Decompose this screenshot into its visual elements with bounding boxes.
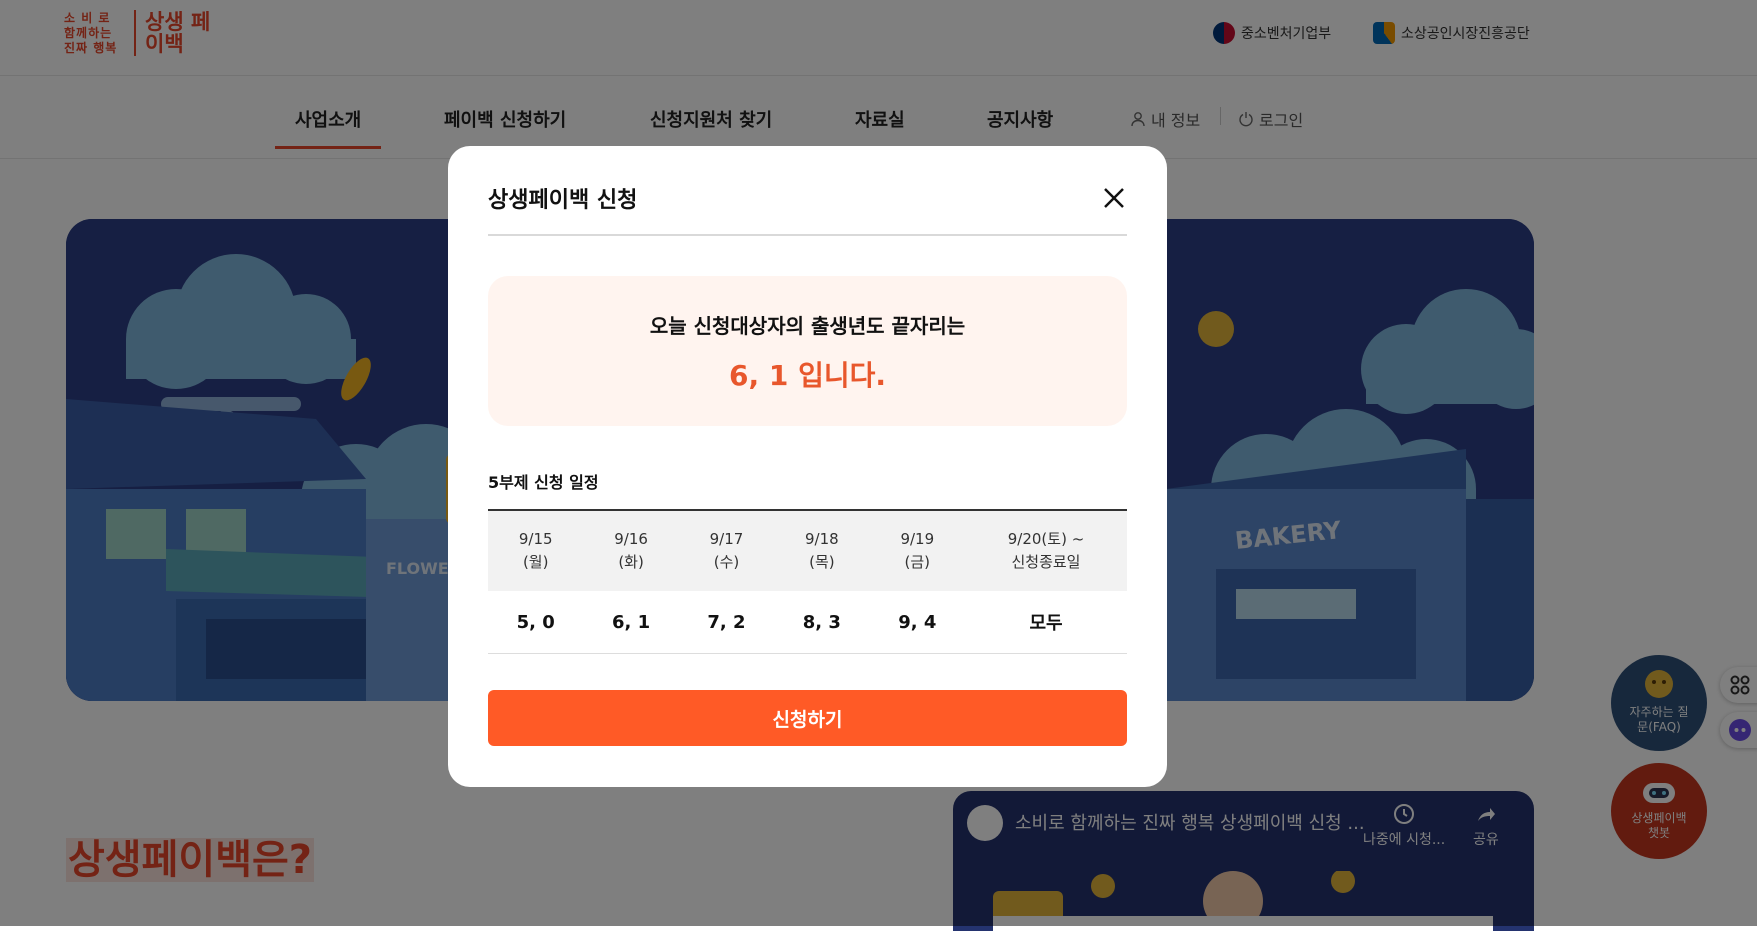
schedule-date: 9/20(토) ~ 신청종료일 bbox=[965, 510, 1127, 591]
schedule-date: 9/16 (화) bbox=[583, 510, 679, 591]
modal-divider bbox=[488, 234, 1127, 236]
schedule-header-row: 9/15 (월) 9/16 (화) 9/17 (수) 9/18 (목) 9/19… bbox=[488, 510, 1127, 591]
notice-text: 오늘 신청대상자의 출생년도 끝자리는 bbox=[649, 314, 966, 338]
today-notice-box: 오늘 신청대상자의 출생년도 끝자리는 6, 1 입니다. bbox=[488, 276, 1127, 426]
schedule-value-row: 5, 0 6, 1 7, 2 8, 3 9, 4 모두 bbox=[488, 591, 1127, 654]
close-icon[interactable] bbox=[1098, 182, 1130, 214]
schedule-date: 9/18 (목) bbox=[774, 510, 870, 591]
apply-button[interactable]: 신청하기 bbox=[488, 690, 1127, 746]
schedule-digits: 7, 2 bbox=[678, 591, 775, 654]
apply-modal: 상생페이백 신청 오늘 신청대상자의 출생년도 끝자리는 6, 1 입니다. 5… bbox=[448, 146, 1167, 787]
schedule-digits: 8, 3 bbox=[774, 591, 870, 654]
schedule-date: 9/17 (수) bbox=[678, 510, 775, 591]
schedule-digits: 모두 bbox=[965, 591, 1127, 654]
schedule-digits: 5, 0 bbox=[488, 591, 584, 654]
schedule-table: 9/15 (월) 9/16 (화) 9/17 (수) 9/18 (목) 9/19… bbox=[488, 509, 1127, 654]
schedule-digits: 6, 1 bbox=[583, 591, 679, 654]
notice-highlight: 6, 1 입니다. bbox=[728, 359, 886, 392]
schedule-digits: 9, 4 bbox=[869, 591, 965, 654]
schedule-date: 9/15 (월) bbox=[488, 510, 584, 591]
schedule-date: 9/19 (금) bbox=[869, 510, 965, 591]
modal-title: 상생페이백 신청 bbox=[488, 188, 638, 213]
schedule-label: 5부제 신청 일정 bbox=[488, 473, 599, 492]
